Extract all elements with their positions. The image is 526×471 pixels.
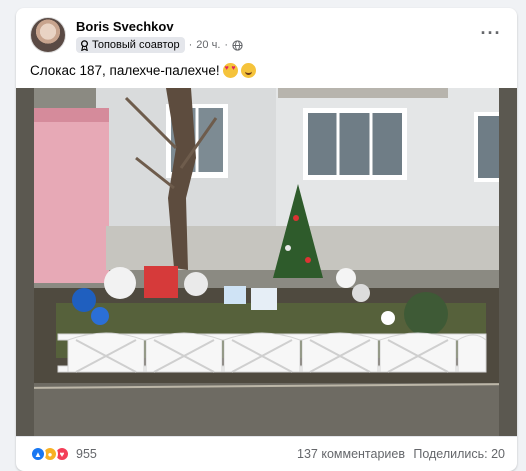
post-footer: ▲ ● ♥ 955 137 комментариев Поделились: 2… [16,436,517,471]
meta-separator: · [188,39,193,51]
reactions-summary[interactable]: ▲ ● ♥ 955 [30,446,97,462]
post-time[interactable]: 20 ч. [196,39,220,51]
post-photo[interactable] [16,88,517,436]
contributor-badge[interactable]: Топовый соавтор [76,37,185,53]
heart-eyes-emoji-icon [222,63,238,78]
post-text-row: Слокас 187, палехче-палехче! [30,63,256,78]
post-meta: Топовый соавтор · 20 ч. · [76,37,243,53]
globe-icon[interactable] [232,39,243,51]
badge-icon [80,39,89,51]
reaction-count[interactable]: 955 [76,447,97,461]
grinning-emoji-icon [240,63,256,78]
post-header: Boris Svechkov Топовый соавтор · 20 ч. ·… [30,17,507,57]
avatar[interactable] [30,17,66,53]
post-text: Слокас 187, палехче-палехче! [30,63,220,78]
author-name[interactable]: Boris Svechkov [76,19,174,34]
comments-count[interactable]: 137 комментариев [297,447,405,461]
meta-separator-2: · [224,39,229,51]
photo-illustration [16,88,517,436]
shares-count[interactable]: Поделились: 20 [413,447,505,461]
like-reaction-icon: ▲ [30,446,46,462]
post-card: Boris Svechkov Топовый соавтор · 20 ч. ·… [16,8,517,471]
badge-label: Топовый соавтор [92,39,180,51]
more-options-button[interactable]: ··· [479,23,503,43]
